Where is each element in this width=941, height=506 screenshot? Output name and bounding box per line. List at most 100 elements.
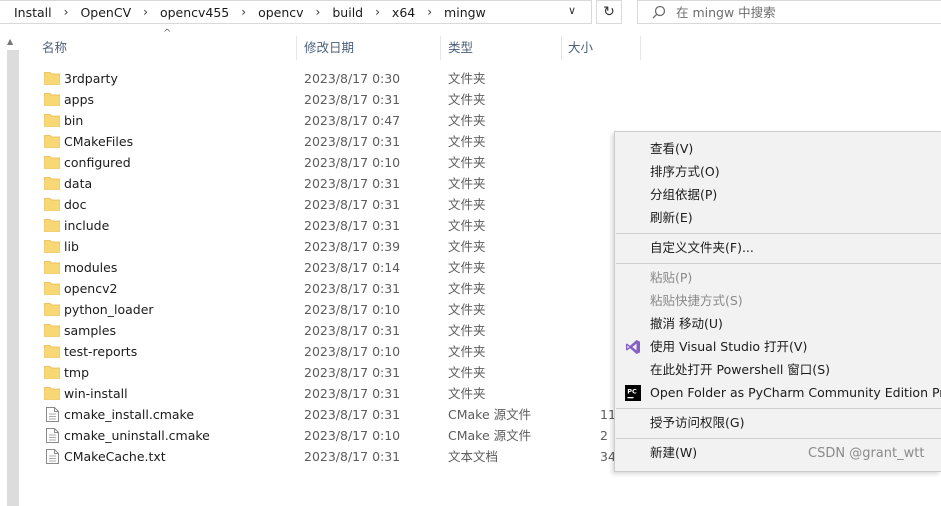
search-box[interactable]	[637, 0, 941, 24]
column-divider[interactable]	[296, 36, 297, 60]
breadcrumb-label: OpenCV	[80, 4, 132, 20]
column-header-type[interactable]: 类型	[448, 34, 473, 62]
file-row[interactable]: apps 2023/8/17 0:31 文件夹	[22, 89, 941, 110]
folder-icon	[44, 386, 60, 403]
file-type: 文件夹	[448, 113, 486, 128]
file-name: data	[64, 176, 93, 191]
file-date: 2023/8/17 0:31	[304, 365, 401, 380]
folder-icon	[44, 323, 60, 340]
file-date: 2023/8/17 0:14	[304, 260, 401, 275]
context-menu: 查看(V) 排序方式(O) 分组依据(P) 刷新(E) 自定义文件夹(F)...…	[614, 131, 941, 472]
folder-icon	[44, 197, 60, 214]
breadcrumb-item[interactable]: Install ›	[0, 5, 68, 20]
file-name: python_loader	[64, 302, 154, 317]
menu-item-open-pycharm[interactable]: PC Open Folder as PyCharm Community Edit…	[615, 381, 941, 404]
menu-item-undo-move[interactable]: 撤消 移动(U)	[615, 312, 941, 335]
address-bar[interactable]: Install › OpenCV › opencv455 › opencv › build › x6…	[0, 0, 592, 24]
folder-icon	[44, 344, 60, 361]
breadcrumb-label: build	[332, 4, 364, 20]
file-date: 2023/8/17 0:39	[304, 239, 401, 254]
file-name: CMakeCache.txt	[64, 449, 166, 464]
refresh-icon: ↻	[603, 4, 615, 20]
breadcrumb-label: Install	[14, 4, 52, 20]
address-row: Install › OpenCV › opencv455 › opencv › build › x6…	[0, 0, 941, 26]
menu-item-open-visual-studio[interactable]: 使用 Visual Studio 打开(V)	[615, 335, 941, 358]
file-name: opencv2	[64, 281, 118, 296]
menu-separator	[616, 408, 941, 409]
search-icon	[652, 5, 666, 19]
file-name: configured	[64, 155, 131, 170]
file-type: 文件夹	[448, 134, 486, 149]
file-row[interactable]: 3rdparty 2023/8/17 0:30 文件夹	[22, 68, 941, 89]
menu-item-grant-access[interactable]: 授予访问权限(G)	[615, 411, 941, 434]
file-type: 文件夹	[448, 218, 486, 233]
file-date: 2023/8/17 0:10	[304, 155, 401, 170]
folder-icon	[44, 134, 60, 151]
column-header-size[interactable]: 大小	[568, 34, 593, 62]
file-name: cmake_install.cmake	[64, 407, 195, 422]
menu-item-paste-shortcut[interactable]: 粘贴快捷方式(S)	[615, 289, 941, 312]
file-date: 2023/8/17 0:31	[304, 134, 401, 149]
menu-separator	[616, 233, 941, 234]
file-type: 文件夹	[448, 197, 486, 212]
column-divider[interactable]	[561, 36, 562, 60]
menu-item-group[interactable]: 分组依据(P)	[615, 183, 941, 206]
file-type: 文件夹	[448, 365, 486, 380]
menu-item-sort[interactable]: 排序方式(O)	[615, 160, 941, 183]
file-name: doc	[64, 197, 87, 212]
menu-item-customize-folder[interactable]: 自定义文件夹(F)...	[615, 236, 941, 259]
folder-icon	[44, 239, 60, 256]
file-date: 2023/8/17 0:31	[304, 218, 401, 233]
chevron-down-icon[interactable]: ∨	[568, 4, 576, 17]
column-divider[interactable]	[440, 36, 441, 60]
breadcrumb-label: mingw	[444, 4, 486, 20]
file-date: 2023/8/17 0:10	[304, 344, 401, 359]
scroll-up-icon[interactable]: ▲	[7, 37, 13, 46]
breadcrumb-item[interactable]: build ›	[320, 5, 380, 20]
breadcrumb-item[interactable]: OpenCV ›	[68, 5, 147, 20]
file-type: 文本文档	[448, 449, 499, 464]
file-type: 文件夹	[448, 176, 486, 191]
menu-item-open-powershell[interactable]: 在此处打开 Powershell 窗口(S)	[615, 358, 941, 381]
column-header-name[interactable]: 名称	[42, 34, 67, 62]
file-date: 2023/8/17 0:31	[304, 176, 401, 191]
file-date: 2023/8/17 0:31	[304, 407, 401, 422]
pycharm-icon: PC	[625, 385, 641, 401]
file-type: 文件夹	[448, 302, 486, 317]
file-name: win-install	[64, 386, 128, 401]
visual-studio-icon	[626, 340, 640, 354]
breadcrumb-item[interactable]: mingw	[432, 5, 486, 20]
file-icon	[46, 449, 59, 467]
folder-icon	[44, 92, 60, 109]
breadcrumb-item[interactable]: x64 ›	[380, 5, 432, 20]
search-input[interactable]	[674, 3, 908, 21]
folder-icon	[44, 155, 60, 172]
file-name: test-reports	[64, 344, 138, 359]
refresh-button[interactable]: ↻	[596, 0, 622, 24]
file-date: 2023/8/17 0:31	[304, 386, 401, 401]
file-date: 2023/8/17 0:31	[304, 92, 401, 107]
folder-icon	[44, 218, 60, 235]
breadcrumb-item[interactable]: opencv ›	[246, 5, 320, 20]
menu-item-paste[interactable]: 粘贴(P)	[615, 266, 941, 289]
file-size: 2	[600, 428, 608, 443]
file-row[interactable]: bin 2023/8/17 0:47 文件夹	[22, 110, 941, 131]
sort-ascending-icon: ^	[163, 28, 172, 39]
breadcrumb-item[interactable]: opencv455 ›	[148, 5, 246, 20]
column-divider[interactable]	[640, 36, 641, 60]
breadcrumb-label: opencv	[258, 4, 304, 20]
file-date: 2023/8/17 0:10	[304, 428, 401, 443]
file-icon	[46, 428, 59, 446]
menu-item-refresh[interactable]: 刷新(E)	[615, 206, 941, 229]
file-name: cmake_uninstall.cmake	[64, 428, 210, 443]
menu-item-view[interactable]: 查看(V)	[615, 137, 941, 160]
column-header-date[interactable]: 修改日期	[304, 34, 354, 62]
nav-pane-scrollbar[interactable]: ▲	[0, 34, 22, 506]
scrollbar-thumb[interactable]	[7, 50, 19, 506]
file-name: CMakeFiles	[64, 134, 134, 149]
folder-icon	[44, 281, 60, 298]
file-date: 2023/8/17 0:10	[304, 302, 401, 317]
file-name: tmp	[64, 365, 90, 380]
file-type: 文件夹	[448, 281, 486, 296]
file-name: lib	[64, 239, 79, 254]
